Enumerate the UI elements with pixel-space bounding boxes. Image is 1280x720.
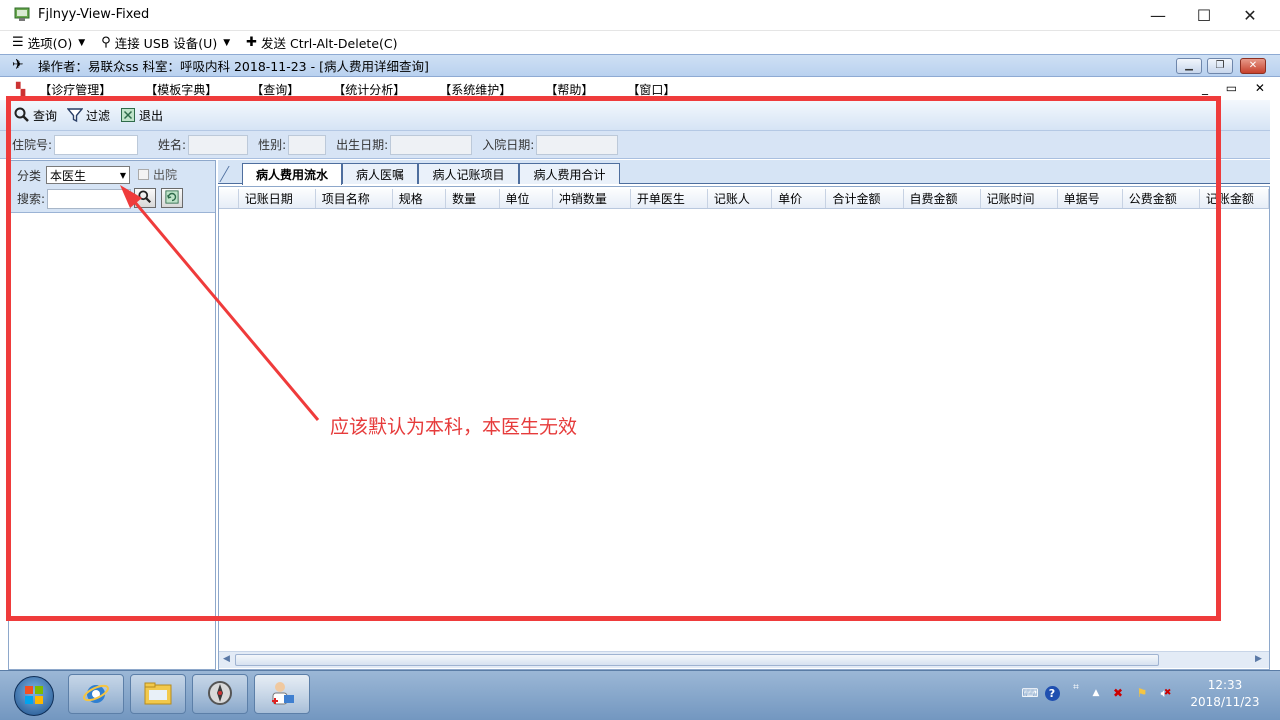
network-error-icon[interactable]: ✖	[1110, 685, 1126, 701]
compass-icon	[206, 679, 234, 710]
taskbar: ⌨ ? ⌗ ▲ ✖ ⚑ 🔈︎ ✖ 12:33 2018/11/23	[0, 670, 1280, 720]
clock-time: 12:33	[1207, 678, 1243, 692]
annotation-arrow-line	[126, 193, 320, 421]
ime-tray-icon[interactable]: ⌗	[1068, 679, 1084, 695]
clock[interactable]: 12:33 2018/11/23	[1190, 677, 1260, 711]
volume-muted-icon[interactable]: 🔈︎ ✖	[1158, 685, 1174, 701]
annotation-arrow	[120, 185, 320, 421]
taskbar-ie[interactable]	[68, 674, 124, 714]
keyboard-tray-icon[interactable]: ⌨	[1021, 685, 1038, 701]
taskbar-his-app[interactable]	[254, 674, 310, 714]
doctor-icon	[268, 679, 296, 710]
taskbar-explorer[interactable]	[130, 674, 186, 714]
windows-logo-icon	[23, 684, 45, 709]
internet-explorer-icon	[82, 679, 110, 710]
help-tray-icon[interactable]: ?	[1044, 685, 1060, 701]
taskbar-compass-app[interactable]	[192, 674, 248, 714]
folder-icon	[143, 680, 173, 709]
security-alert-icon[interactable]: ⚑	[1134, 685, 1150, 701]
clock-date: 2018/11/23	[1190, 695, 1260, 709]
annotation-text: 应该默认为本科，本医生无效	[330, 416, 578, 438]
start-button[interactable]	[14, 676, 54, 716]
show-hidden-icons[interactable]: ▲	[1088, 685, 1104, 701]
